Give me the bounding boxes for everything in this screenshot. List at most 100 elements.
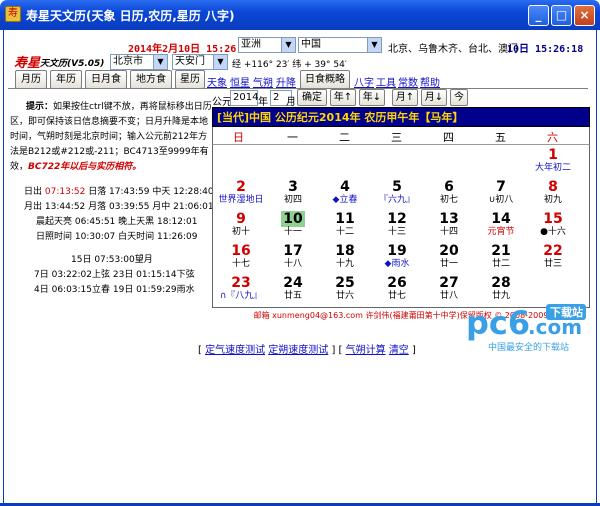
- link-bazi[interactable]: 八字: [354, 74, 374, 89]
- pc6-logo-icon: pc6 .com 下载站 中国最安全的下载站: [466, 304, 586, 353]
- weekday-thu: 四: [443, 131, 454, 144]
- year-input[interactable]: 2014: [230, 90, 258, 106]
- day-number: 14: [491, 211, 511, 227]
- lunar-date: 初十: [231, 227, 250, 237]
- next-month-button[interactable]: 月↓: [421, 89, 447, 106]
- chevron-down-icon: ▼: [367, 38, 381, 52]
- maximize-button[interactable]: □: [551, 5, 572, 26]
- tab-ephemeris[interactable]: 星历: [175, 70, 205, 89]
- day-number: 25: [335, 275, 355, 291]
- calendar-day[interactable]: 4 ◆立春: [319, 179, 371, 205]
- month-unit: 月: [286, 97, 296, 108]
- country-select[interactable]: 中国 ▼: [298, 37, 382, 53]
- chevron-down-icon: ▼: [281, 38, 295, 52]
- lunar-date: 十七: [231, 259, 250, 269]
- link-shuo-speed-test[interactable]: 定朔速度测试: [268, 345, 328, 356]
- calendar-day[interactable]: 18 十九: [319, 243, 371, 269]
- link-astronomy[interactable]: 天象: [207, 74, 227, 89]
- day-number: 8: [548, 179, 558, 195]
- lunar-date: 初四: [283, 195, 302, 205]
- day-number: 20: [439, 243, 459, 259]
- era-label: 公元: [212, 97, 232, 108]
- calendar-day[interactable]: 16 十七: [215, 243, 267, 269]
- link-constants[interactable]: 常数: [398, 74, 418, 89]
- day-number: 12: [387, 211, 407, 227]
- lunar-date: ●十六: [540, 227, 566, 237]
- lunar-date: 世界湿地日: [218, 195, 264, 205]
- calendar-banner: [当代]中国 公历纪元2014年 农历甲午年【马年】: [212, 107, 590, 127]
- lunar-date: ∩『八九』: [219, 291, 263, 301]
- tab-local-eclipse[interactable]: 地方食: [130, 70, 172, 89]
- moon-phases: 15日 07:53:00望月 7日 03:22:02上弦 23日 01:15:1…: [34, 255, 195, 295]
- prev-year-button[interactable]: 年↑: [330, 89, 356, 106]
- tab-year-calendar[interactable]: 年历: [50, 70, 82, 89]
- close-button[interactable]: ×: [574, 5, 595, 26]
- calendar-day[interactable]: 17 十八: [267, 243, 319, 269]
- calendar-day[interactable]: 23 ∩『八九』: [215, 275, 267, 301]
- day-number: 13: [439, 211, 459, 227]
- calendar-day[interactable]: 21 廿二: [475, 243, 527, 269]
- weekday-header: 日 一 二 三 四 五 六: [212, 127, 590, 145]
- confirm-button[interactable]: 确定: [297, 89, 327, 106]
- link-qi-speed-test[interactable]: 定气速度测试: [205, 345, 265, 356]
- calendar-day[interactable]: 28 廿九: [475, 275, 527, 301]
- calendar-day[interactable]: 11 十二: [319, 211, 371, 237]
- link-tools[interactable]: 工具: [376, 74, 396, 89]
- calendar-day[interactable]: 20 廿一: [423, 243, 475, 269]
- day-number: 19: [387, 243, 407, 259]
- calendar-day[interactable]: 25 廿六: [319, 275, 371, 301]
- link-rise-set[interactable]: 升降: [276, 74, 296, 89]
- prev-month-button[interactable]: 月↑: [392, 89, 418, 106]
- link-qishuo[interactable]: 气朔: [253, 74, 273, 89]
- calendar-day[interactable]: 13 十四: [423, 211, 475, 237]
- lunar-date: 十九: [335, 259, 354, 269]
- calendar-day[interactable]: 1 大年初二: [527, 147, 579, 173]
- calendar-day[interactable]: 12 十三: [371, 211, 423, 237]
- lunar-date: 廿三: [543, 259, 562, 269]
- weekday-sat: 六: [547, 131, 558, 144]
- calendar-day[interactable]: 6 初七: [423, 179, 475, 205]
- today-button[interactable]: 今: [450, 89, 468, 106]
- next-year-button[interactable]: 年↓: [359, 89, 385, 106]
- link-clear[interactable]: 清空: [389, 345, 409, 356]
- calendar-day[interactable]: 2 世界湿地日: [215, 179, 267, 205]
- calendar-day[interactable]: 19 ◆雨水: [371, 243, 423, 269]
- city-select[interactable]: 北京市 ▼: [110, 54, 168, 70]
- tab-month-calendar[interactable]: 月历: [15, 70, 47, 89]
- sun-times: 日出 07:13:52 日落 17:43:59 中天 12:28:40 月出 1…: [24, 185, 214, 245]
- link-stars[interactable]: 恒星: [230, 74, 250, 89]
- link-help[interactable]: 帮助: [420, 74, 440, 89]
- day-number: 15: [543, 211, 563, 227]
- tab-eclipses[interactable]: 日月食: [85, 70, 127, 89]
- city-datetime: 10日 15:26:18: [507, 44, 584, 55]
- tab-eclipse-overview[interactable]: 日食概略: [300, 70, 350, 89]
- calendar-day[interactable]: 27 廿八: [423, 275, 475, 301]
- calendar-day[interactable]: 26 廿七: [371, 275, 423, 301]
- calendar-day[interactable]: 9 初十: [215, 211, 267, 237]
- calendar-day[interactable]: 14 元宵节: [475, 211, 527, 237]
- calendar-day[interactable]: 24 廿五: [267, 275, 319, 301]
- lunar-date: ∪初八: [488, 195, 514, 205]
- lunar-date: 『六九』: [378, 195, 415, 205]
- calendar-day[interactable]: 5 『六九』: [371, 179, 423, 205]
- day-number: 4: [340, 179, 350, 195]
- day-number: 17: [283, 243, 303, 259]
- lunar-date: 廿五: [283, 291, 302, 301]
- region-select[interactable]: 亚洲 ▼: [238, 37, 296, 53]
- calendar-day[interactable]: 22 廿三: [527, 243, 579, 269]
- link-qishuo-calc[interactable]: 气朔计算: [346, 345, 386, 356]
- calendar-day[interactable]: 3 初四: [267, 179, 319, 205]
- calendar-day[interactable]: 8 初九: [527, 179, 579, 205]
- svg-text:pc6: pc6: [466, 304, 530, 342]
- chevron-down-icon: ▼: [153, 55, 167, 69]
- chevron-down-icon: ▼: [213, 55, 227, 69]
- lunar-date: 廿二: [491, 259, 510, 269]
- lunar-date: ◆雨水: [384, 259, 410, 269]
- calendar-day[interactable]: 15 ●十六: [527, 211, 579, 237]
- calendar-day[interactable]: 7 ∪初八: [475, 179, 527, 205]
- calendar-day[interactable]: 10 十一: [267, 211, 319, 237]
- location-select[interactable]: 天安门 ▼: [172, 54, 228, 70]
- weekday-tue: 二: [339, 131, 350, 144]
- minimize-button[interactable]: _: [528, 5, 549, 26]
- window-title: 寿星天文历(天象 日历,农历,星历 八字): [26, 9, 235, 23]
